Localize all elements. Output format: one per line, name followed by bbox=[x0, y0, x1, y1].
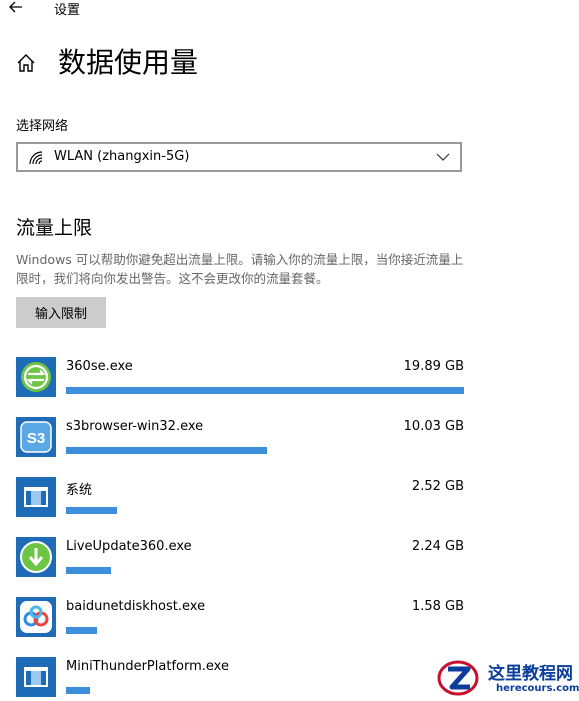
usage-bar bbox=[66, 687, 90, 694]
app-data-size: 2.24 GB bbox=[411, 539, 464, 554]
title-bar: 设置 bbox=[0, 0, 579, 18]
page-title: 数据使用量 bbox=[58, 46, 199, 79]
app-usage-row[interactable]: MiniThunderPlatform.exe1.2 bbox=[16, 657, 464, 701]
usage-bar bbox=[66, 507, 117, 514]
app-data-size: 10.03 GB bbox=[403, 419, 464, 434]
360se-icon bbox=[16, 357, 56, 397]
svg-text:S3: S3 bbox=[27, 430, 45, 447]
window-title: 设置 bbox=[54, 3, 81, 18]
liveupdate-icon bbox=[16, 537, 56, 577]
data-limit-heading: 流量上限 bbox=[16, 217, 93, 239]
system-window-icon bbox=[16, 657, 56, 697]
app-name: baidunetdiskhost.exe bbox=[66, 599, 206, 614]
s3browser-icon: S3 bbox=[16, 417, 56, 457]
app-name: MiniThunderPlatform.exe bbox=[66, 659, 229, 674]
usage-bar bbox=[66, 447, 267, 454]
system-window-icon bbox=[16, 477, 56, 517]
app-data-size: 1.58 GB bbox=[411, 599, 464, 614]
enter-limit-button[interactable]: 输入限制 bbox=[16, 297, 106, 328]
app-usage-row[interactable]: baidunetdiskhost.exe 1.58 GB bbox=[16, 597, 464, 641]
watermark-title: 这里教程网 bbox=[488, 664, 573, 684]
watermark-logo-icon bbox=[437, 660, 479, 696]
usage-bar bbox=[66, 387, 464, 394]
app-usage-row[interactable]: LiveUpdate360.exe 2.24 GB bbox=[16, 537, 464, 581]
usage-bar bbox=[66, 567, 111, 574]
watermark: 这里教程网 herecours.com bbox=[436, 655, 579, 701]
data-limit-description: Windows 可以帮助你避免超出流量上限。请输入你的流量上限，当你接近流量上限… bbox=[16, 252, 464, 286]
back-arrow-icon[interactable] bbox=[6, 0, 28, 18]
network-select[interactable]: WLAN (zhangxin-5G) bbox=[16, 142, 462, 172]
app-usage-row[interactable]: 360se.exe 19.89 GB bbox=[16, 357, 464, 401]
home-icon[interactable] bbox=[14, 51, 38, 75]
network-select-value: WLAN (zhangxin-5G) bbox=[54, 149, 190, 164]
app-data-size: 19.89 GB bbox=[403, 359, 464, 374]
app-usage-row[interactable]: 系统 2.52 GB bbox=[16, 477, 464, 521]
app-data-size: 2.52 GB bbox=[411, 479, 464, 494]
watermark-url: herecours.com bbox=[496, 683, 579, 694]
app-name: s3browser-win32.exe bbox=[66, 419, 204, 434]
app-name: 360se.exe bbox=[66, 359, 133, 374]
usage-bar bbox=[66, 627, 97, 634]
chevron-down-icon bbox=[436, 153, 450, 161]
network-select-label: 选择网络 bbox=[16, 119, 69, 134]
baidunetdisk-icon bbox=[16, 597, 56, 637]
app-usage-row[interactable]: S3 s3browser-win32.exe 10.03 GB bbox=[16, 417, 464, 461]
wifi-icon bbox=[29, 151, 43, 165]
app-name: LiveUpdate360.exe bbox=[66, 539, 192, 554]
app-name: 系统 bbox=[66, 483, 93, 498]
